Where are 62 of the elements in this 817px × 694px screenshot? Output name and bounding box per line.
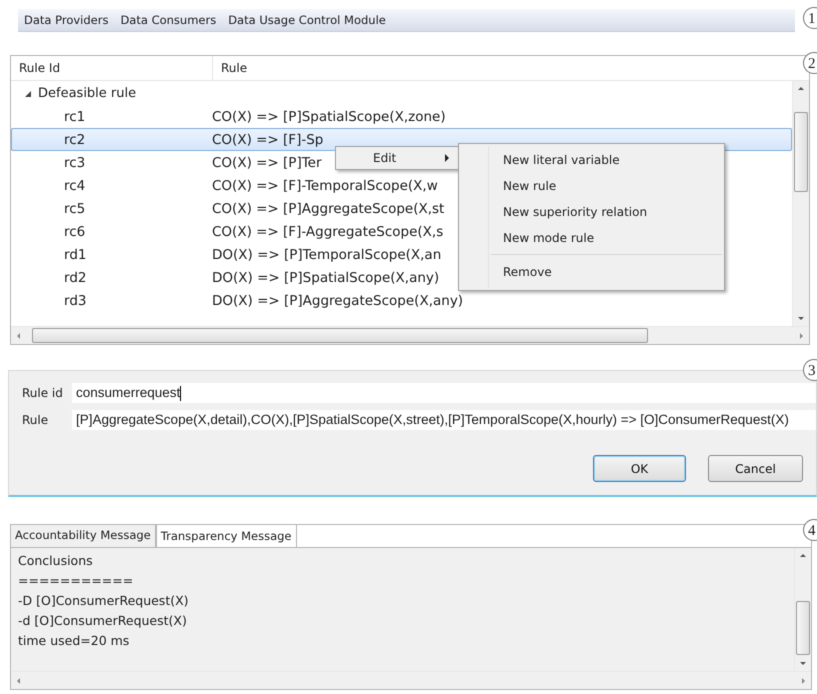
vertical-scrollbar[interactable]	[794, 548, 811, 671]
tab[interactable]: Transparency Message	[156, 524, 297, 547]
scroll-down-icon[interactable]	[798, 317, 804, 320]
rule-id: rc4	[63, 178, 86, 194]
rule-id: rc2	[63, 132, 86, 148]
rule-id: rc5	[63, 200, 86, 216]
rule-text: CO(X) => [P]AggregateScope(X,st	[212, 200, 444, 216]
rule-id: rd1	[63, 246, 88, 262]
column-header[interactable]: Rule	[213, 56, 793, 80]
output-line: -d [O]ConsumerRequest(X)	[18, 612, 188, 630]
scroll-thumb[interactable]	[32, 328, 648, 343]
rule-text: CO(X) => [P]Ter	[212, 154, 322, 170]
tab[interactable]: Accountability Message	[11, 525, 156, 547]
rule-text: CO(X) => [F]-TemporalScope(X,w	[212, 178, 438, 194]
section-number: 3	[803, 359, 817, 381]
section-number: 4	[803, 519, 817, 541]
column-header[interactable]: Rule Id	[11, 56, 213, 80]
rule-id: rc1	[63, 108, 86, 124]
expanded-icon[interactable]	[25, 90, 31, 96]
cancel-button[interactable]: Cancel	[708, 455, 803, 482]
tree-group-label[interactable]: Defeasible rule	[38, 86, 136, 101]
rule-id: rd3	[63, 292, 88, 308]
section-number: 2	[803, 52, 817, 74]
rule-text: DO(X) => [P]SpatialScope(X,any)	[212, 270, 440, 286]
horizontal-scrollbar[interactable]	[11, 326, 809, 344]
rule-id: rc6	[63, 224, 86, 240]
ok-button[interactable]: OK	[593, 455, 686, 482]
rule-text: CO(X) => [P]SpatialScope(X,zone)	[212, 108, 446, 124]
scroll-left-icon[interactable]	[17, 678, 20, 684]
rule-text: CO(X) => [F]-AggregateScope(X,s	[212, 224, 444, 240]
menu-item[interactable]: New mode rule	[459, 225, 724, 251]
rule-id: rc3	[63, 154, 86, 170]
scroll-right-icon[interactable]	[800, 332, 803, 338]
submenu-arrow-icon	[445, 154, 449, 162]
output-line: -D [O]ConsumerRequest(X)	[18, 592, 190, 610]
scroll-up-icon[interactable]	[798, 87, 804, 90]
scroll-thumb[interactable]	[794, 112, 808, 192]
output-line: time used=20 ms	[18, 632, 130, 650]
menu-item[interactable]: Data Providers	[20, 13, 112, 27]
menu-item[interactable]: Data Usage Control Module	[224, 13, 390, 27]
menu-item[interactable]: Remove	[459, 259, 724, 285]
output-line: Conclusions	[18, 552, 94, 570]
context-menu-item[interactable]: Edit	[335, 146, 460, 170]
field-label: Rule id	[21, 386, 64, 400]
scroll-up-icon[interactable]	[800, 554, 806, 557]
scroll-thumb[interactable]	[796, 601, 810, 655]
scroll-down-icon[interactable]	[800, 662, 806, 665]
rule-id: rd2	[63, 270, 88, 286]
menu-item[interactable]: New superiority relation	[459, 199, 724, 225]
scroll-right-icon[interactable]	[802, 678, 805, 684]
rule-text: DO(X) => [P]AggregateScope(X,any)	[212, 292, 464, 308]
menu-item[interactable]: New rule	[459, 173, 724, 199]
input-field[interactable]: consumerrequest	[72, 383, 816, 403]
field-label: Rule	[21, 413, 50, 427]
rule-text: DO(X) => [P]TemporalScope(X,an	[212, 246, 442, 262]
scroll-left-icon[interactable]	[17, 332, 20, 338]
menu-item[interactable]: Data Consumers	[116, 13, 220, 27]
vertical-scrollbar[interactable]	[792, 81, 809, 326]
section-number: 1	[803, 7, 817, 29]
output-line: ===========	[18, 572, 134, 590]
input-field[interactable]: [P]AggregateScope(X,detail),CO(X),[P]SpatialScope(X,street),[P]TemporalScope(X,hourly) => [O]ConsumerRequest(X)	[72, 410, 816, 430]
rule-text: CO(X) => [F]-Sp	[212, 132, 324, 148]
